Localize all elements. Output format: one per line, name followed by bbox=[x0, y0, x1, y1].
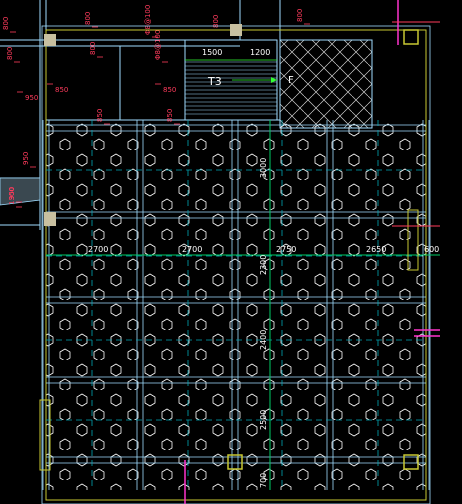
vdim-4: 2500 bbox=[259, 410, 268, 430]
column-marker-icon bbox=[403, 29, 419, 45]
stair-label: T3 bbox=[207, 75, 222, 88]
rebar-label: 850 bbox=[163, 86, 176, 94]
rebar-label: 800 bbox=[84, 12, 92, 25]
rebar-label: 950 bbox=[22, 152, 30, 165]
rebar-label: 850 bbox=[96, 109, 104, 122]
stair-dim-2: 1200 bbox=[250, 48, 270, 57]
rebar-label: 1300 bbox=[8, 187, 16, 205]
column-marker-icon bbox=[230, 24, 242, 36]
rebar-label: 800 bbox=[6, 47, 14, 60]
cad-drawing-canvas[interactable]: 800 800 Φ8@100800 Φ8@100800 8008008509508508… bbox=[0, 0, 462, 504]
hdim-5: 600 bbox=[424, 245, 439, 254]
rebar-label: Φ8@100 bbox=[154, 30, 162, 60]
hdim-2: 2700 bbox=[182, 245, 202, 254]
rebar-label: 800 bbox=[2, 17, 10, 30]
rebar-label: 950 bbox=[25, 94, 38, 102]
vdim-3: 2400 bbox=[259, 330, 268, 350]
rebar-label: 850 bbox=[55, 86, 68, 94]
hdim-1: 2700 bbox=[88, 245, 108, 254]
rebar-label: 850 bbox=[166, 109, 174, 122]
stair-t3: 1500 1200 T3 F bbox=[184, 39, 294, 121]
vdim-2: 2300 bbox=[259, 255, 268, 275]
vdim-5: 700 bbox=[259, 473, 268, 488]
rebar-label: 800 bbox=[296, 9, 304, 22]
hdim-4: 2650 bbox=[366, 245, 386, 254]
column-marker-icon bbox=[44, 34, 56, 46]
hdim-3: 2750 bbox=[276, 245, 296, 254]
vdim-1: 3000 bbox=[259, 158, 268, 178]
column-marker-icon bbox=[44, 212, 56, 226]
shaft-hatch bbox=[279, 39, 373, 129]
stair-dim-1: 1500 bbox=[202, 48, 222, 57]
rebar-label: 800 bbox=[89, 42, 97, 55]
